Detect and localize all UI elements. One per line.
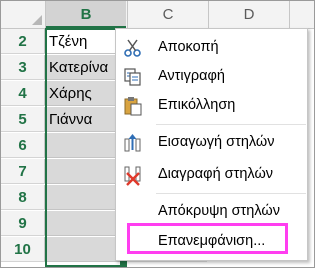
column-header-b[interactable]: B <box>46 1 126 28</box>
row-header-9[interactable]: 9 <box>1 211 45 236</box>
menu-item-label: Απόκρυψη στηλών <box>158 203 280 219</box>
cell-b10[interactable] <box>46 237 126 262</box>
row-header-3[interactable]: 3 <box>1 55 45 80</box>
menu-item-unhide[interactable]: Επανεμφάνιση... <box>116 227 307 256</box>
menu-item-cut[interactable]: Αποκοπή <box>116 33 307 62</box>
column-header-e[interactable] <box>289 1 314 28</box>
menu-separator <box>156 124 306 125</box>
row-header-7[interactable]: 7 <box>1 159 45 184</box>
cell-b2[interactable]: Τζένη <box>46 29 126 54</box>
menu-item-label: Επανεμφάνιση... <box>158 233 266 249</box>
select-all-corner[interactable] <box>1 1 46 28</box>
menu-item-label: Διαγραφή στηλών <box>158 166 274 182</box>
cell-b9[interactable] <box>46 211 126 236</box>
spreadsheet-frame: B C D 2 3 4 5 6 7 8 9 10 Τζένη Κατερίνα … <box>0 0 315 268</box>
menu-item-hide-columns[interactable]: Απόκρυψη στηλών <box>116 197 307 226</box>
menu-item-paste[interactable]: Επικόλληση <box>116 91 307 120</box>
copy-icon <box>124 68 141 86</box>
menu-separator <box>156 193 306 194</box>
row-header-5[interactable]: 5 <box>1 107 45 132</box>
delete-columns-icon <box>124 166 141 186</box>
row-header-2[interactable]: 2 <box>1 29 45 54</box>
menu-item-label: Αποκοπή <box>158 39 219 55</box>
cell-b6[interactable] <box>46 133 126 158</box>
column-header-c[interactable]: C <box>127 1 208 28</box>
menu-item-label: Αντιγραφή <box>158 68 225 84</box>
column-header-d[interactable]: D <box>208 1 289 28</box>
select-all-triangle-icon <box>32 15 42 25</box>
row-header-8[interactable]: 8 <box>1 185 45 210</box>
cell-b3[interactable]: Κατερίνα <box>46 55 126 80</box>
row-header-10[interactable]: 10 <box>1 237 45 262</box>
paste-icon <box>124 97 142 116</box>
cell-b5[interactable]: Γιάννα <box>46 107 126 132</box>
column-header-bar: B C D <box>1 1 314 29</box>
menu-item-delete-columns[interactable]: Διαγραφή στηλών <box>116 160 307 189</box>
row-header-4[interactable]: 4 <box>1 81 45 106</box>
cell-b8[interactable] <box>46 185 126 210</box>
scissors-icon <box>124 39 141 57</box>
cell-b4[interactable]: Χάρης <box>46 81 126 106</box>
context-menu: Αποκοπή Αντιγραφή Επικόλληση Εισαγωγή στ… <box>115 28 308 261</box>
fill-handle[interactable] <box>120 261 126 267</box>
menu-item-copy[interactable]: Αντιγραφή <box>116 62 307 91</box>
row-header-6[interactable]: 6 <box>1 133 45 158</box>
menu-item-insert-columns[interactable]: Εισαγωγή στηλών <box>116 128 307 157</box>
cell-b7[interactable] <box>46 159 126 184</box>
insert-columns-icon <box>124 134 141 152</box>
menu-item-label: Επικόλληση <box>158 97 236 113</box>
menu-item-label: Εισαγωγή στηλών <box>158 134 275 150</box>
